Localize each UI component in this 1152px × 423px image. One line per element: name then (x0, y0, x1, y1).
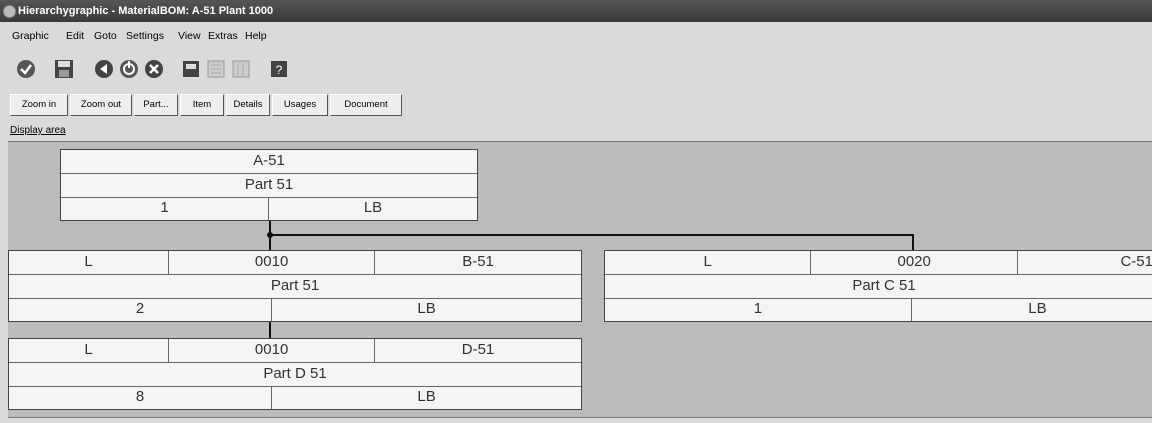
menu-goto[interactable]: Goto (94, 30, 117, 42)
bom-node-b51[interactable]: L 0010 B-51 Part 51 2 LB (8, 250, 582, 322)
menu-extras[interactable]: Extras (208, 30, 238, 42)
node-unit: LB (417, 388, 436, 405)
node-item-number: 0020 (811, 251, 1018, 274)
save-icon[interactable] (53, 58, 75, 80)
connector-to-c51 (912, 234, 914, 251)
menu-view[interactable]: View (178, 30, 201, 42)
app-icon (3, 5, 16, 18)
connector-horizontal (270, 234, 914, 236)
node-item-category: L (9, 339, 170, 362)
node-material: C-51 (1120, 253, 1152, 270)
help-icon[interactable]: ? (268, 58, 290, 80)
node-quantity: 8 (9, 387, 273, 409)
menu-graphic[interactable]: Graphic (12, 30, 49, 42)
check-icon[interactable] (15, 58, 37, 80)
exit-icon[interactable] (118, 58, 140, 80)
zoom-in-button[interactable]: Zoom in (10, 94, 68, 116)
node-material: A-51 (253, 152, 285, 169)
layout-icon[interactable] (205, 58, 227, 80)
node-unit: LB (363, 199, 383, 216)
node-description: Part D 51 (263, 365, 327, 382)
usages-button[interactable]: Usages (272, 94, 328, 116)
document-button[interactable]: Document (330, 94, 402, 116)
node-quantity: 1 (61, 198, 269, 220)
node-unit: LB (1028, 300, 1047, 317)
zoom-out-button[interactable]: Zoom out (70, 94, 132, 116)
part-button[interactable]: Part... (134, 94, 178, 116)
details-button[interactable]: Details (226, 94, 270, 116)
item-button[interactable]: Item (180, 94, 224, 116)
display-area-label: Display area (10, 125, 66, 136)
node-quantity: 2 (9, 299, 273, 321)
back-icon[interactable] (93, 58, 115, 80)
node-item-category: L (9, 251, 170, 274)
title-bar: Hierarchygraphic - MaterialBOM: A-51 Pla… (0, 0, 1152, 22)
node-material: B-51 (462, 253, 494, 270)
window-title: Hierarchygraphic - MaterialBOM: A-51 Pla… (18, 5, 274, 17)
node-material: D-51 (461, 341, 495, 358)
display-area: A-51 Part 51 1 LB L 0010 B-51 Part 51 2 … (8, 141, 1152, 418)
bom-node-d51[interactable]: L 0010 D-51 Part D 51 8 LB (8, 338, 582, 410)
bom-node-a51[interactable]: A-51 Part 51 1 LB (60, 149, 478, 221)
node-description: Part C 51 (852, 277, 916, 294)
menu-settings[interactable]: Settings (126, 30, 164, 42)
svg-text:?: ? (276, 63, 283, 77)
node-description: Part 51 (270, 277, 320, 294)
node-quantity: 1 (605, 299, 912, 321)
node-item-category: L (605, 251, 812, 274)
cancel-icon[interactable] (143, 58, 165, 80)
print-icon[interactable] (180, 58, 202, 80)
connector-to-d51 (269, 322, 271, 339)
menu-edit[interactable]: Edit (66, 30, 84, 42)
connector-to-b51 (269, 236, 271, 251)
bom-node-c51[interactable]: L 0020 C-51 Part C 51 1 LB (604, 250, 1152, 322)
node-item-number: 0010 (169, 251, 376, 274)
node-item-number: 0010 (169, 339, 376, 362)
menu-help[interactable]: Help (245, 30, 267, 42)
node-unit: LB (417, 300, 436, 317)
layout-alt-icon[interactable] (230, 58, 252, 80)
node-description: Part 51 (244, 176, 294, 193)
